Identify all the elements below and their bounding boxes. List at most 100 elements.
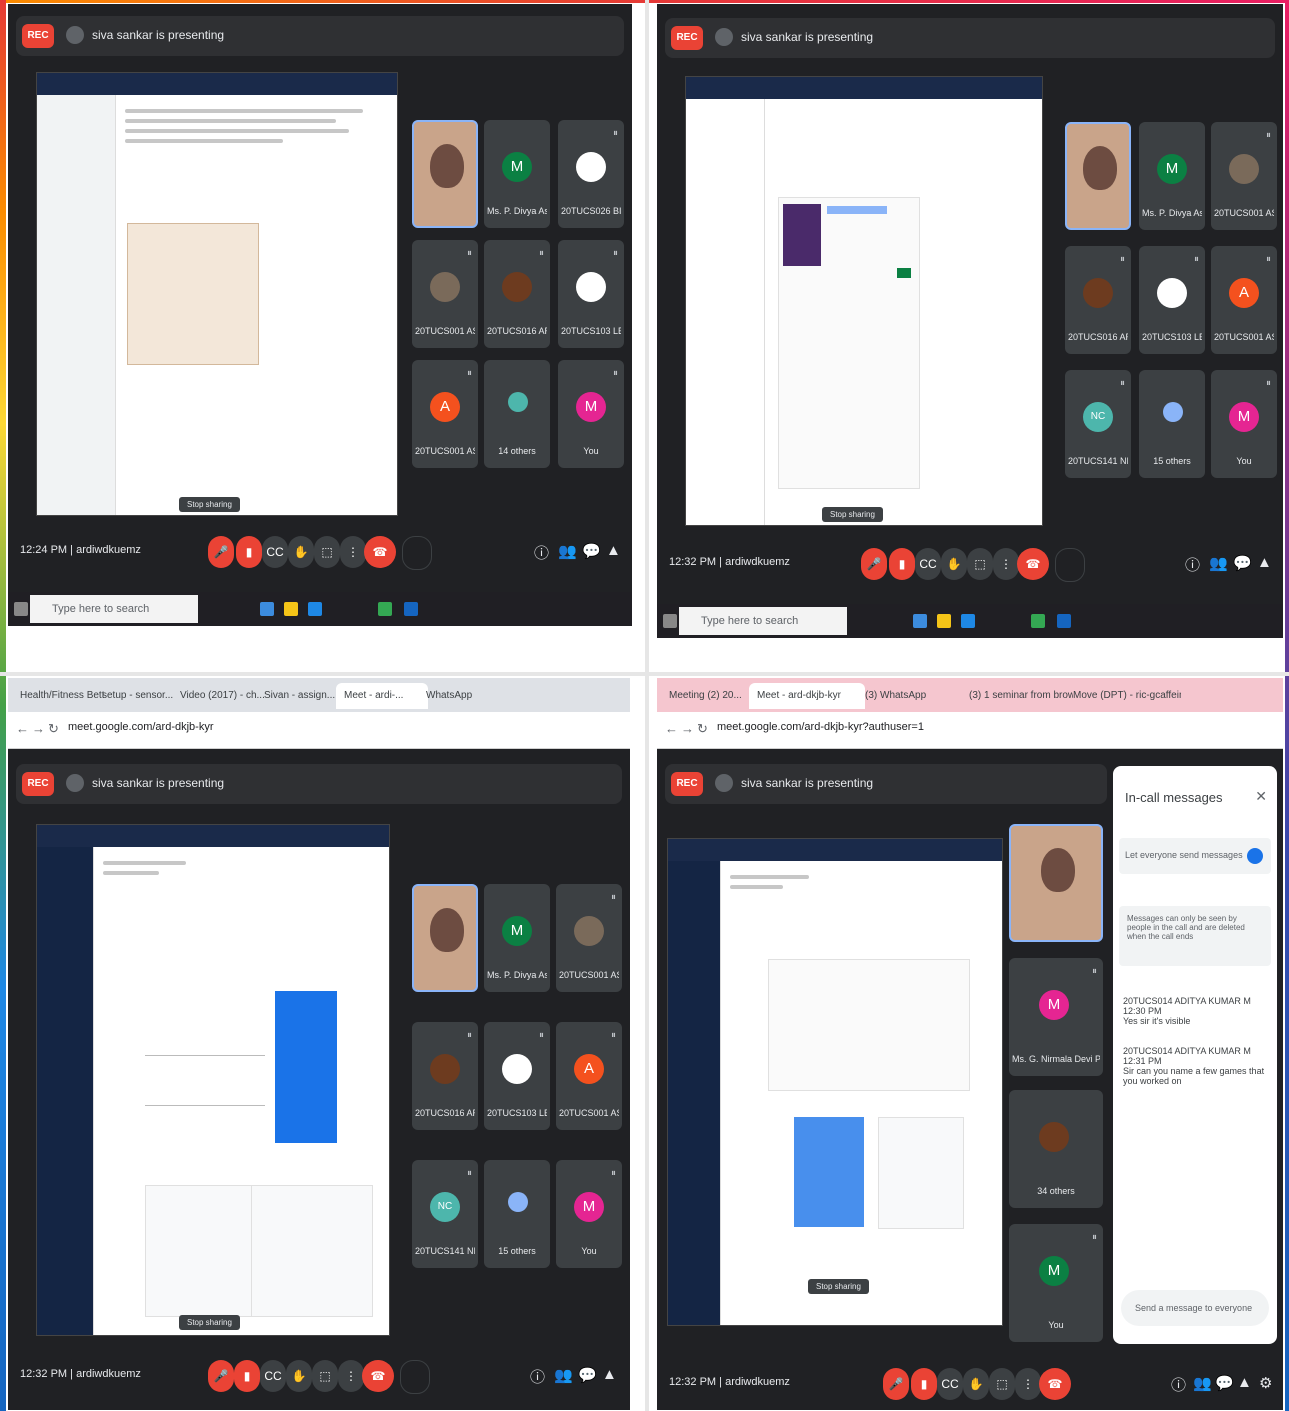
participant-tile-others[interactable]: 15 others [1139,370,1205,478]
browser-tab-active[interactable]: Meet - ard-dkjb-kyr [749,683,865,709]
start-icon[interactable] [663,614,677,628]
present-button[interactable]: ⬚ [312,1360,338,1392]
camera-toggle-button[interactable]: ▮ [234,1360,260,1392]
browser-tab[interactable]: setup - sensor... [94,683,182,709]
stop-sharing-pill[interactable]: Stop sharing [179,1315,240,1330]
participant-tile-others[interactable]: 34 others [1009,1090,1103,1208]
present-button[interactable]: ⬚ [989,1368,1015,1400]
extra-control-button[interactable] [402,536,432,570]
raise-hand-button[interactable]: ✋ [963,1368,989,1400]
info-icon[interactable]: ⓘ [1171,1374,1186,1395]
chat-icon[interactable]: 💬 [1233,554,1252,572]
store-icon[interactable] [308,602,322,616]
mic-toggle-button[interactable]: 🎤 [883,1368,909,1400]
browser-tab[interactable]: Meeting (2) 20... [661,683,757,709]
more-options-button[interactable]: ⋮ [993,548,1019,580]
more-options-button[interactable]: ⋮ [1015,1368,1041,1400]
camera-toggle-button[interactable]: ▮ [889,548,915,580]
reload-icon[interactable]: ↻ [697,721,708,737]
browser-tab[interactable]: (3) 1 seminar from browser [961,683,1073,709]
camera-toggle-button[interactable]: ▮ [236,536,262,568]
more-options-button[interactable]: ⋮ [338,1360,364,1392]
info-icon[interactable]: ⓘ [534,542,549,563]
store-icon[interactable] [961,614,975,628]
raise-hand-button[interactable]: ✋ [941,548,967,580]
leave-call-button[interactable]: ☎ [1039,1368,1071,1400]
file-explorer-icon[interactable] [937,614,951,628]
chrome-icon[interactable] [1031,614,1045,628]
captions-button[interactable]: CC [262,536,288,568]
install-button[interactable] [897,268,911,278]
extra-control-button[interactable] [1055,548,1085,582]
browser-address-bar[interactable]: ← → ↻ meet.google.com/ard-dkjb-kyr [8,712,630,749]
edge-icon[interactable] [913,614,927,628]
chat-icon[interactable]: 💬 [578,1366,597,1384]
raise-hand-button[interactable]: ✋ [286,1360,312,1392]
people-icon[interactable]: 👥 [554,1366,573,1384]
raise-hand-button[interactable]: ✋ [288,536,314,568]
close-icon[interactable]: ✕ [1255,788,1267,805]
stop-sharing-pill[interactable]: Stop sharing [179,497,240,512]
browser-address-bar[interactable]: ← → ↻ meet.google.com/ard-dkjb-kyr?authu… [657,712,1283,749]
taskbar-search-box[interactable]: Type here to search [30,595,198,623]
participant-tile-others[interactable]: 14 others [484,360,550,468]
leave-call-button[interactable]: ☎ [364,536,396,568]
reload-icon[interactable]: ↻ [48,721,59,737]
captions-button[interactable]: CC [915,548,941,580]
people-icon[interactable]: 👥 [558,542,577,560]
browser-tab[interactable]: Video (2017) - ch... [172,683,266,709]
participant-name: 20TUCS016 AR... [1068,332,1128,342]
mic-toggle-button[interactable]: 🎤 [208,536,234,568]
info-icon[interactable]: ⓘ [1185,554,1200,575]
browser-tab[interactable]: Move (DPT) - ric-gcaffeine [1065,683,1181,709]
leave-call-button[interactable]: ☎ [1017,548,1049,580]
edge-icon[interactable] [260,602,274,616]
captions-button[interactable]: CC [260,1360,286,1392]
activities-icon[interactable]: ▲ [606,542,621,559]
browser-tab[interactable]: WhatsApp [418,683,506,709]
leave-call-button[interactable]: ☎ [362,1360,394,1392]
app-icon[interactable] [404,602,418,616]
file-explorer-icon[interactable] [284,602,298,616]
present-button[interactable]: ⬚ [967,548,993,580]
activities-icon[interactable]: ▲ [602,1366,617,1383]
info-icon[interactable]: ⓘ [530,1366,545,1387]
browser-tab[interactable]: Sivan - assign... [256,683,346,709]
app-icon[interactable] [1057,614,1071,628]
participant-tile-others[interactable]: 15 others [484,1160,550,1268]
start-icon[interactable] [14,602,28,616]
more-options-button[interactable]: ⋮ [340,536,366,568]
back-icon[interactable]: ← [16,721,29,736]
chat-icon[interactable]: 💬 [582,542,601,560]
forward-icon[interactable]: → [32,721,45,736]
browser-tab[interactable]: (3) WhatsApp [857,683,969,709]
people-icon[interactable]: 👥 [1193,1374,1212,1392]
captions-button[interactable]: CC [937,1368,963,1400]
mic-off-icon: ⏸ [1266,130,1271,141]
browser-tab-active[interactable]: Meet - ardi-... [336,683,428,709]
back-icon[interactable]: ← [665,721,678,736]
extra-control-button[interactable] [400,1360,430,1394]
mic-off-icon: ⏸ [613,368,618,379]
chat-icon[interactable]: 💬 [1215,1374,1234,1392]
stop-sharing-pill[interactable]: Stop sharing [808,1279,869,1294]
activities-icon[interactable]: ▲ [1237,1374,1252,1391]
participant-avatar [1157,278,1187,308]
url-text: meet.google.com/ard-dkjb-kyr?authuser=1 [717,721,924,733]
stop-sharing-pill[interactable]: Stop sharing [822,507,883,522]
present-button[interactable]: ⬚ [314,536,340,568]
presenter-bar: REC siva sankar is presenting [16,16,624,56]
people-icon[interactable]: 👥 [1209,554,1228,572]
taskbar-search-box[interactable]: Type here to search [679,607,847,635]
chat-message-input[interactable]: Send a message to everyone [1121,1290,1269,1326]
send-messages-toggle[interactable] [1247,848,1263,864]
activities-icon[interactable]: ▲ [1257,554,1272,571]
security-icon[interactable]: ⚙ [1259,1374,1272,1392]
mic-toggle-button[interactable]: 🎤 [208,1360,234,1392]
participant-tile: ⏸ A 20TUCS001 AS... [412,360,478,468]
camera-toggle-button[interactable]: ▮ [911,1368,937,1400]
forward-icon[interactable]: → [681,721,694,736]
chrome-icon[interactable] [378,602,392,616]
mic-toggle-button[interactable]: 🎤 [861,548,887,580]
browser-tab[interactable]: Health/Fitness Betti... [12,683,104,709]
